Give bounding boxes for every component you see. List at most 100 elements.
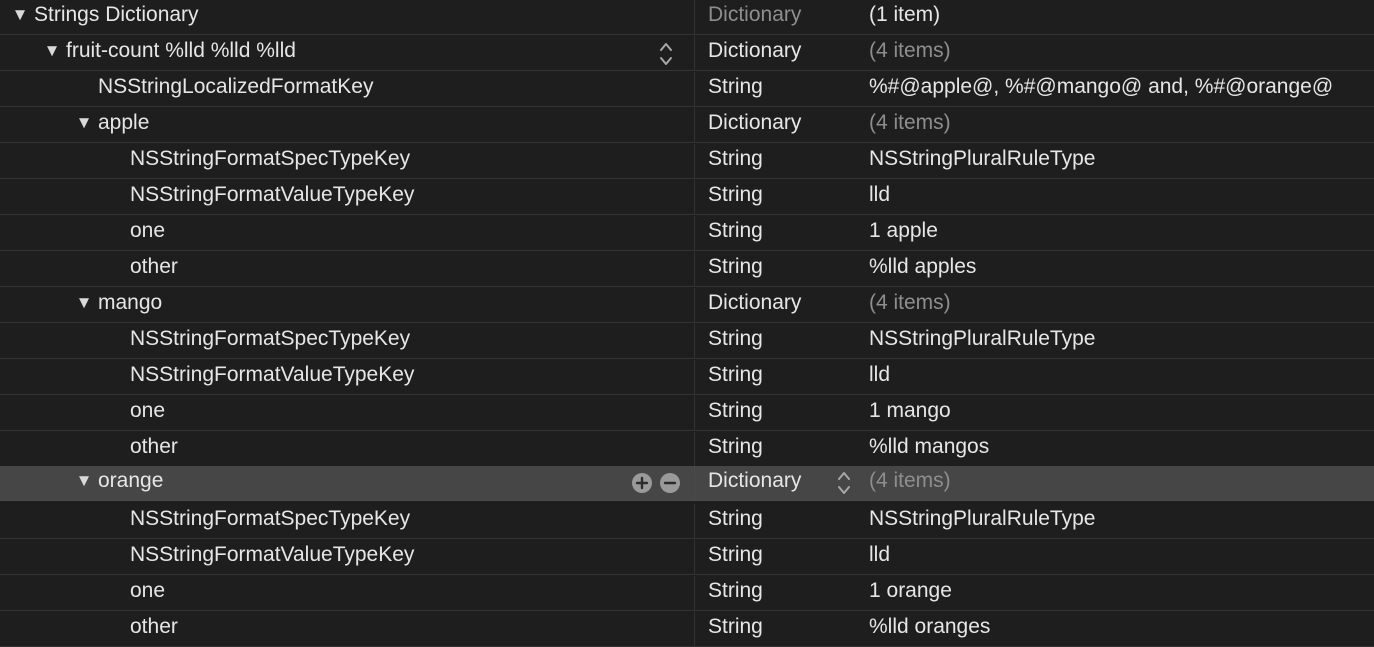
value-cell[interactable]: lld bbox=[869, 360, 1374, 394]
value-cell[interactable]: lld bbox=[869, 540, 1374, 574]
plist-row-format-key[interactable]: NSStringLocalizedFormatKey String %#@app… bbox=[0, 72, 1374, 107]
value-cell[interactable]: %#@apple@, %#@mango@ and, %#@orange@ bbox=[869, 72, 1374, 106]
key-label[interactable]: orange bbox=[98, 466, 163, 496]
type-cell[interactable]: Dictionary bbox=[708, 36, 848, 70]
key-label[interactable]: NSStringFormatValueTypeKey bbox=[130, 180, 414, 210]
type-cell[interactable]: String bbox=[708, 252, 848, 286]
key-label[interactable]: NSStringFormatValueTypeKey bbox=[130, 540, 414, 570]
plist-row[interactable]: other String %lld mangos bbox=[0, 432, 1374, 467]
value-cell[interactable]: %lld mangos bbox=[869, 432, 1374, 466]
plist-row[interactable]: NSStringFormatSpecTypeKey String NSStrin… bbox=[0, 324, 1374, 359]
type-cell[interactable]: String bbox=[708, 540, 848, 574]
value-cell[interactable]: 1 orange bbox=[869, 576, 1374, 610]
key-label[interactable]: NSStringFormatSpecTypeKey bbox=[130, 144, 410, 174]
type-cell[interactable]: String bbox=[708, 612, 848, 646]
value-cell[interactable]: %lld oranges bbox=[869, 612, 1374, 646]
plist-editor: ▼ Strings Dictionary Dictionary (1 item)… bbox=[0, 0, 1374, 647]
column-divider bbox=[694, 0, 695, 35]
column-divider bbox=[694, 144, 695, 179]
plist-row-orange-selected[interactable]: ▼ orange Dictionary (4 items) bbox=[0, 466, 1374, 501]
type-cell[interactable]: String bbox=[708, 432, 848, 466]
key-label[interactable]: other bbox=[130, 432, 178, 462]
plist-row[interactable]: one String 1 orange bbox=[0, 576, 1374, 611]
plist-row-apple[interactable]: ▼ apple Dictionary (4 items) bbox=[0, 108, 1374, 143]
plist-row[interactable]: one String 1 apple bbox=[0, 216, 1374, 251]
disclosure-triangle-icon[interactable]: ▼ bbox=[74, 288, 94, 318]
key-cell: other bbox=[0, 252, 690, 286]
type-cell[interactable]: Dictionary bbox=[708, 288, 848, 322]
remove-circle-icon[interactable] bbox=[660, 473, 680, 493]
column-divider bbox=[694, 72, 695, 107]
key-label[interactable]: one bbox=[130, 216, 165, 246]
key-cell: other bbox=[0, 612, 690, 646]
value-cell[interactable]: NSStringPluralRuleType bbox=[869, 324, 1374, 358]
plist-row[interactable]: NSStringFormatSpecTypeKey String NSStrin… bbox=[0, 504, 1374, 539]
column-divider bbox=[694, 504, 695, 539]
up-down-chevron-icon[interactable] bbox=[659, 40, 673, 68]
plist-row[interactable]: NSStringFormatSpecTypeKey String NSStrin… bbox=[0, 144, 1374, 179]
key-cell: one bbox=[0, 576, 690, 610]
plist-row-fruit-count[interactable]: ▼ fruit-count %lld %lld %lld Dictionary … bbox=[0, 36, 1374, 71]
column-divider bbox=[694, 612, 695, 647]
add-circle-icon[interactable] bbox=[632, 473, 652, 493]
disclosure-triangle-icon[interactable]: ▼ bbox=[10, 0, 30, 30]
value-cell[interactable]: 1 mango bbox=[869, 396, 1374, 430]
type-cell[interactable]: String bbox=[708, 216, 848, 250]
key-label[interactable]: NSStringFormatSpecTypeKey bbox=[130, 504, 410, 534]
type-cell[interactable]: String bbox=[708, 180, 848, 214]
plist-row-mango[interactable]: ▼ mango Dictionary (4 items) bbox=[0, 288, 1374, 323]
type-cell[interactable]: String bbox=[708, 324, 848, 358]
type-cell: Dictionary bbox=[708, 3, 802, 26]
key-label[interactable]: other bbox=[130, 252, 178, 282]
value-cell[interactable]: lld bbox=[869, 180, 1374, 214]
type-cell[interactable]: String bbox=[708, 504, 848, 538]
key-cell: one bbox=[0, 216, 690, 250]
key-label[interactable]: one bbox=[130, 576, 165, 606]
key-cell: one bbox=[0, 396, 690, 430]
column-divider bbox=[694, 36, 695, 71]
key-label[interactable]: NSStringFormatSpecTypeKey bbox=[130, 324, 410, 354]
value-cell[interactable]: NSStringPluralRuleType bbox=[869, 504, 1374, 538]
type-cell[interactable]: String bbox=[708, 576, 848, 610]
key-cell: NSStringFormatValueTypeKey bbox=[0, 180, 690, 214]
value-cell: (4 items) bbox=[869, 469, 951, 492]
disclosure-triangle-icon[interactable]: ▼ bbox=[42, 36, 62, 66]
key-label[interactable]: one bbox=[130, 396, 165, 426]
column-divider bbox=[694, 288, 695, 323]
key-label[interactable]: Strings Dictionary bbox=[34, 0, 199, 30]
disclosure-triangle-icon[interactable]: ▼ bbox=[74, 466, 94, 496]
type-cell[interactable]: String bbox=[708, 144, 848, 178]
plist-row[interactable]: one String 1 mango bbox=[0, 396, 1374, 431]
plist-row[interactable]: NSStringFormatValueTypeKey String lld bbox=[0, 360, 1374, 395]
column-divider bbox=[694, 108, 695, 143]
column-divider bbox=[694, 396, 695, 431]
disclosure-triangle-icon[interactable]: ▼ bbox=[74, 108, 94, 138]
key-label[interactable]: other bbox=[130, 612, 178, 642]
key-label[interactable]: NSStringLocalizedFormatKey bbox=[98, 72, 373, 102]
value-cell: (4 items) bbox=[869, 39, 951, 62]
key-label[interactable]: mango bbox=[98, 288, 162, 318]
plist-row[interactable]: other String %lld oranges bbox=[0, 612, 1374, 647]
value-cell[interactable]: NSStringPluralRuleType bbox=[869, 144, 1374, 178]
value-cell[interactable]: 1 apple bbox=[869, 216, 1374, 250]
up-down-chevron-icon[interactable] bbox=[837, 469, 851, 497]
key-cell: NSStringFormatSpecTypeKey bbox=[0, 144, 690, 178]
key-cell: NSStringFormatValueTypeKey bbox=[0, 360, 690, 394]
plist-row[interactable]: other String %lld apples bbox=[0, 252, 1374, 287]
type-cell[interactable]: String bbox=[708, 396, 848, 430]
plist-row-root[interactable]: ▼ Strings Dictionary Dictionary (1 item) bbox=[0, 0, 1374, 35]
value-cell[interactable]: %lld apples bbox=[869, 252, 1374, 286]
type-cell[interactable]: Dictionary bbox=[708, 108, 848, 142]
column-divider bbox=[694, 216, 695, 251]
type-cell[interactable]: String bbox=[708, 72, 848, 106]
type-cell[interactable]: Dictionary bbox=[708, 466, 848, 500]
key-cell: other bbox=[0, 432, 690, 466]
key-label[interactable]: apple bbox=[98, 108, 149, 138]
plist-row[interactable]: NSStringFormatValueTypeKey String lld bbox=[0, 180, 1374, 215]
key-label[interactable]: fruit-count %lld %lld %lld bbox=[66, 36, 296, 66]
key-label[interactable]: NSStringFormatValueTypeKey bbox=[130, 360, 414, 390]
plist-row[interactable]: NSStringFormatValueTypeKey String lld bbox=[0, 540, 1374, 575]
column-divider bbox=[694, 252, 695, 287]
type-cell[interactable]: String bbox=[708, 360, 848, 394]
value-cell: (1 item) bbox=[869, 3, 941, 26]
